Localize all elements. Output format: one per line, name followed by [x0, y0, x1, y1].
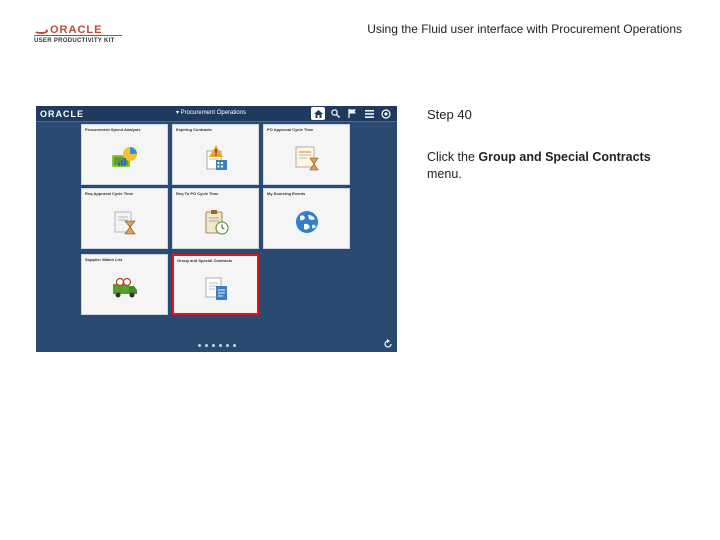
tile-title: Procurement Spend Analysis — [85, 127, 141, 132]
step-number: Step 40 — [427, 107, 472, 122]
tile-req-approval-cycle-time[interactable]: Req Approval Cycle Time — [81, 188, 168, 249]
homepage-selector[interactable]: ▾ Procurement Operations — [176, 109, 246, 116]
flag-icon[interactable] — [345, 107, 359, 120]
page-dot[interactable] — [226, 344, 229, 347]
instruction-suffix: menu. — [427, 167, 462, 181]
tile-supplier-watch-list[interactable]: Supplier Watch List — [81, 254, 168, 315]
app-banner: ORACLE ▾ Procurement Operations — [36, 106, 397, 122]
banner-actions — [311, 107, 393, 120]
banner-logo: ORACLE — [40, 109, 84, 119]
navbar-icon[interactable] — [379, 107, 393, 120]
oracle-swoosh-icon — [34, 28, 48, 34]
search-icon[interactable] — [328, 107, 342, 120]
documents-icon — [205, 277, 227, 300]
document-title: Using the Fluid user interface with Proc… — [367, 22, 682, 36]
page-dot[interactable] — [198, 344, 201, 347]
tile-expiring-contracts[interactable]: Expiring Contracts — [172, 124, 259, 185]
page-indicator[interactable] — [198, 344, 236, 347]
page-dot[interactable] — [212, 344, 215, 347]
warning-calendar-icon — [206, 144, 227, 170]
menu-icon[interactable] — [362, 107, 376, 120]
home-icon[interactable] — [311, 107, 325, 120]
tile-title: Supplier Watch List — [85, 257, 123, 262]
page-dot[interactable] — [233, 344, 236, 347]
page-dot[interactable] — [219, 344, 222, 347]
page-dot[interactable] — [205, 344, 208, 347]
tile-my-sourcing-events[interactable]: My Sourcing Events — [263, 188, 350, 249]
truck-icon — [112, 277, 137, 297]
tile-title: Group and Special Contracts — [177, 258, 233, 263]
tile-title: PO Approval Cycle Time — [267, 127, 314, 132]
tile-title: Expiring Contracts — [176, 127, 212, 132]
tile-req-to-po-cycle-time[interactable]: Req To PO Cycle Time — [172, 188, 259, 249]
instruction-target: Group and Special Contracts — [478, 150, 651, 164]
tile-procurement-spend-analysis[interactable]: Procurement Spend Analysis — [81, 124, 168, 185]
clipboard-clock-icon — [205, 209, 229, 235]
instruction-prefix: Click the — [427, 150, 479, 164]
app-screenshot: ORACLE ▾ Procurement Operations Procurem… — [36, 106, 397, 352]
hourglass-icon — [114, 211, 136, 234]
document-hourglass-icon — [295, 146, 319, 170]
upk-logo: ORACLE USER PRODUCTIVITY KIT — [34, 24, 124, 48]
logo-divider — [34, 35, 122, 36]
tile-title: Req Approval Cycle Time — [85, 191, 134, 196]
refresh-icon[interactable] — [383, 339, 393, 349]
tile-title: Req To PO Cycle Time — [176, 191, 219, 196]
tile-title: My Sourcing Events — [267, 191, 306, 196]
tile-po-approval-cycle-time[interactable]: PO Approval Cycle Time — [263, 124, 350, 185]
tile-group-and-special-contracts[interactable]: Group and Special Contracts — [172, 254, 259, 315]
step-instruction: Click the Group and Special Contracts me… — [427, 149, 677, 183]
chart-money-icon — [111, 146, 137, 167]
globe-icon — [295, 210, 318, 233]
logo-product: USER PRODUCTIVITY KIT — [34, 38, 115, 44]
